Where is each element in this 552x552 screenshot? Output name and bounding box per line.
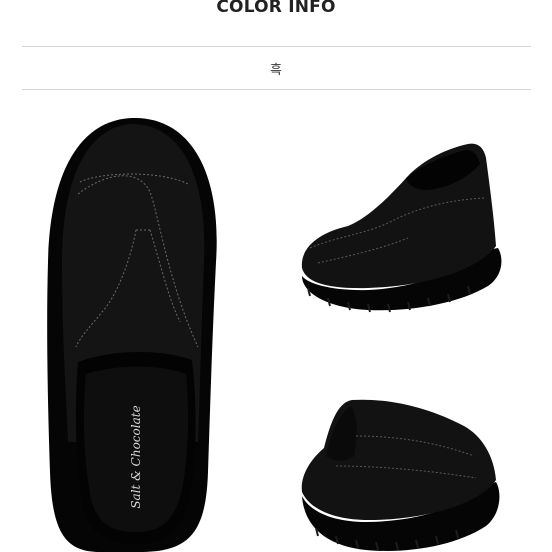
section-title: COLOR INFO xyxy=(216,0,336,17)
insole-brand-text: Salt & Chocolate xyxy=(129,405,143,508)
color-option-label: 흑 xyxy=(270,63,282,78)
shoe-top-view-image: Salt & Chocolate xyxy=(40,112,225,552)
divider-bottom xyxy=(22,89,531,90)
divider-top xyxy=(22,46,531,47)
shoe-rear-view-image xyxy=(296,396,506,552)
shoe-side-front-view-image xyxy=(298,138,508,318)
